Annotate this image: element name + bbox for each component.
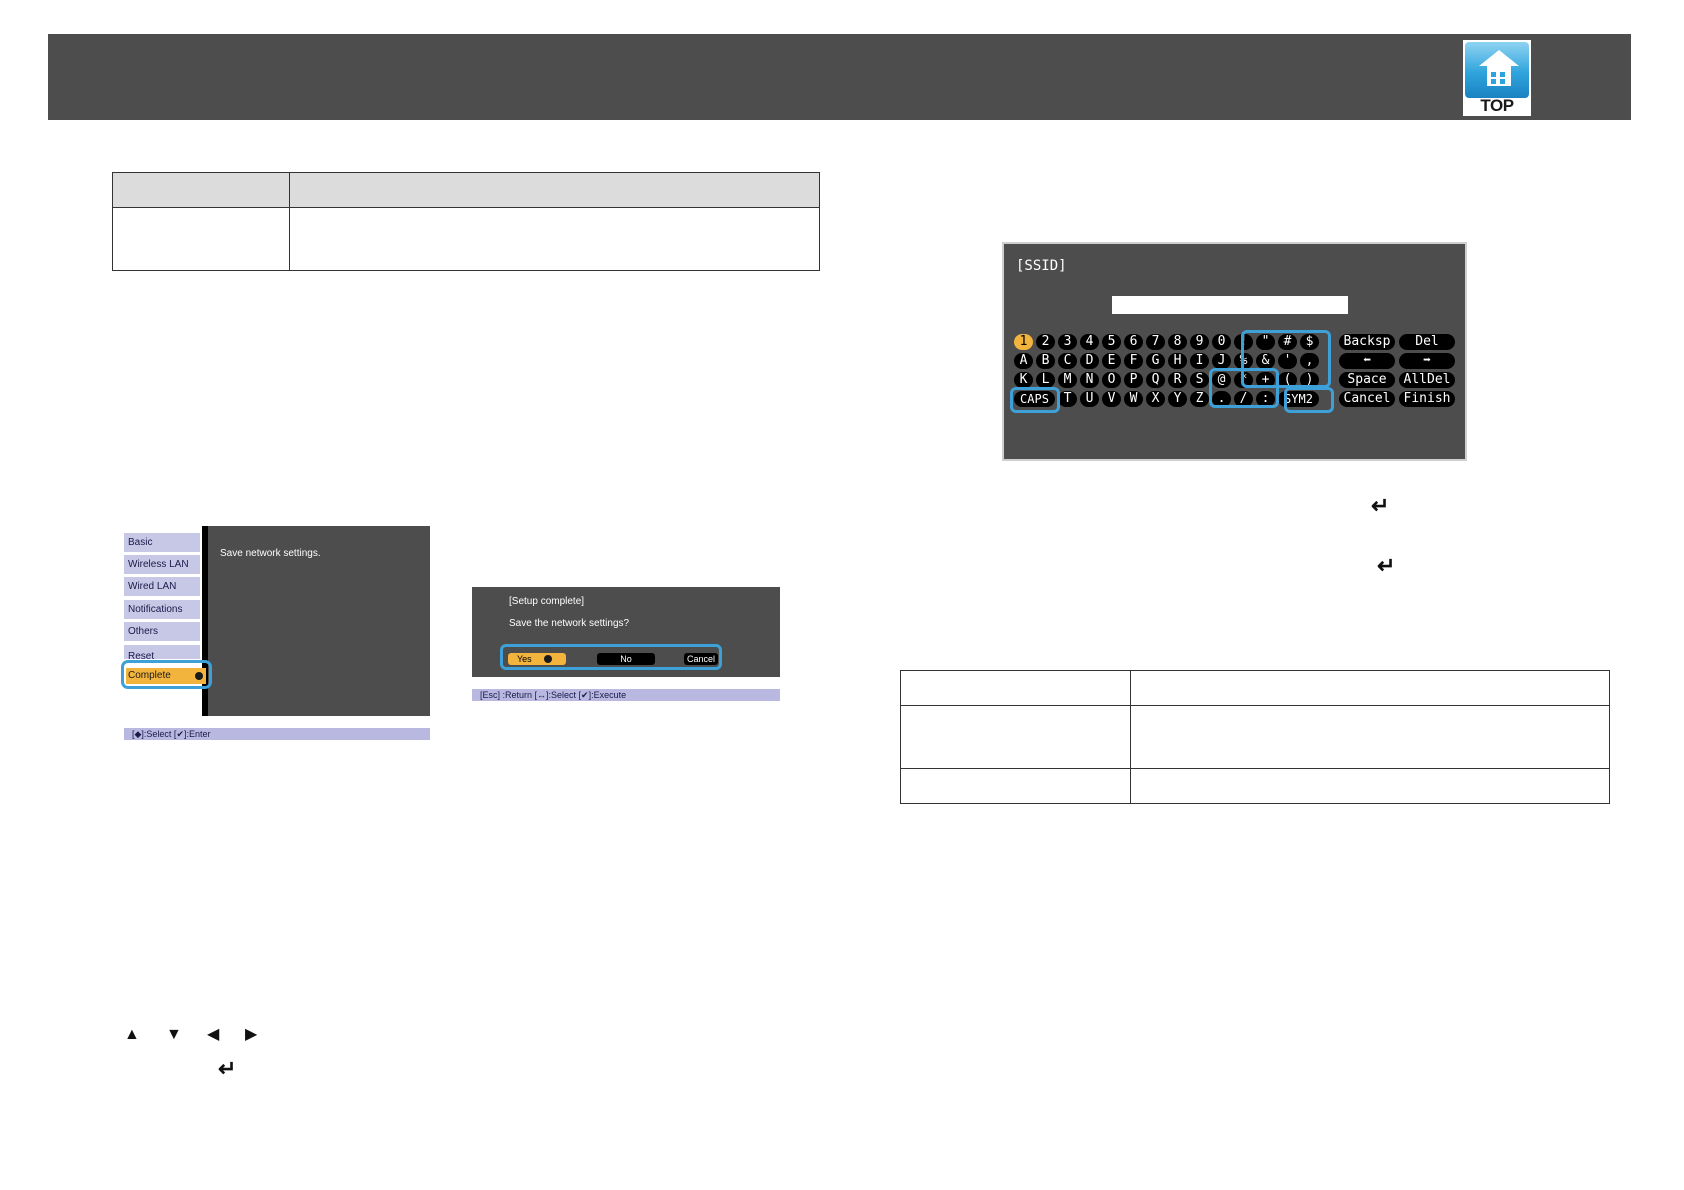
keyboard-title: [SSID] <box>1016 258 1067 274</box>
cancel-button[interactable]: Cancel <box>684 653 718 665</box>
home-icon <box>1465 42 1529 98</box>
key-char[interactable]: J <box>1212 353 1231 369</box>
table-cell <box>1130 670 1610 706</box>
key-char[interactable]: M <box>1058 372 1077 388</box>
header-bar <box>48 34 1631 120</box>
table-cell <box>1130 768 1610 804</box>
table-cell <box>112 207 290 271</box>
function-key[interactable]: ⬅ <box>1339 353 1395 369</box>
table-cell <box>289 207 820 271</box>
key-char[interactable]: A <box>1014 353 1033 369</box>
key-char[interactable]: X <box>1146 391 1165 407</box>
key-char[interactable]: F <box>1124 353 1143 369</box>
key-char[interactable]: Y <box>1168 391 1187 407</box>
table-cell <box>900 705 1131 769</box>
function-key[interactable]: AllDel <box>1399 372 1455 388</box>
caps-key-highlight <box>1010 387 1060 413</box>
enter-icon: ↵ <box>218 1056 237 1081</box>
key-char[interactable]: H <box>1168 353 1187 369</box>
menu-item-others[interactable]: Others <box>124 622 200 641</box>
key-char[interactable]: E <box>1102 353 1121 369</box>
up-arrow-icon: ▲ <box>124 1026 140 1043</box>
key-char[interactable]: L <box>1036 372 1055 388</box>
function-key[interactable]: ➡ <box>1399 353 1455 369</box>
menu-item-wired-lan[interactable]: Wired LAN <box>124 577 200 596</box>
key-char[interactable]: 0 <box>1212 334 1231 350</box>
menu-item-wireless-lan[interactable]: Wireless LAN <box>124 555 200 574</box>
save-menu-status-bar: [◆]:Select [✔]:Enter <box>124 728 430 740</box>
key-char[interactable]: N <box>1080 372 1099 388</box>
symbol-lower-highlight <box>1209 368 1279 408</box>
table-cell <box>1130 705 1610 769</box>
top-logo-label: TOP <box>1480 96 1514 115</box>
key-char[interactable]: Z <box>1190 391 1209 407</box>
menu-item-complete-label: Complete <box>128 670 171 681</box>
key-char[interactable]: D <box>1080 353 1099 369</box>
key-char[interactable]: 6 <box>1124 334 1143 350</box>
no-button[interactable]: No <box>597 653 655 665</box>
key-char[interactable]: W <box>1124 391 1143 407</box>
key-char[interactable]: P <box>1124 372 1143 388</box>
function-key[interactable]: Del <box>1399 334 1455 350</box>
function-key[interactable]: Finish <box>1399 391 1455 407</box>
cancel-button-label: Cancel <box>686 654 715 664</box>
key-char[interactable]: I <box>1190 353 1209 369</box>
confirm-dialog: [Setup complete] Save the network settin… <box>472 587 780 677</box>
confirm-dialog-status-bar: [Esc] :Return [↔]:Select [✔]:Execute <box>472 689 780 701</box>
table-top-left <box>112 172 820 271</box>
key-char[interactable]: 9 <box>1190 334 1209 350</box>
confirm-dialog-question: Save the network settings? <box>509 618 630 629</box>
table-header-cell <box>289 172 820 208</box>
key-char[interactable]: 3 <box>1058 334 1077 350</box>
key-char[interactable]: K <box>1014 372 1033 388</box>
key-char[interactable]: G <box>1146 353 1165 369</box>
table-bottom-right <box>900 670 1610 804</box>
confirm-dialog-title: [Setup complete] <box>509 596 585 607</box>
key-char[interactable]: 4 <box>1080 334 1099 350</box>
top-logo-button[interactable]: TOP <box>1463 40 1531 116</box>
menu-item-basic[interactable]: Basic <box>124 533 200 552</box>
function-key[interactable]: Backsp <box>1339 334 1395 350</box>
down-arrow-icon: ▼ <box>166 1026 182 1043</box>
function-key[interactable]: Space <box>1339 372 1395 388</box>
menu-item-complete[interactable]: Complete <box>126 668 206 684</box>
key-char[interactable]: U <box>1080 391 1099 407</box>
key-char[interactable]: V <box>1102 391 1121 407</box>
key-char[interactable]: 2 <box>1036 334 1055 350</box>
key-char[interactable]: 8 <box>1168 334 1187 350</box>
key-char[interactable]: 1 <box>1014 334 1033 350</box>
key-char[interactable]: Q <box>1146 372 1165 388</box>
key-char[interactable]: R <box>1168 372 1187 388</box>
table-cell <box>900 768 1131 804</box>
table-header-cell <box>112 172 290 208</box>
menu-item-notifications[interactable]: Notifications <box>124 600 200 619</box>
key-char[interactable]: B <box>1036 353 1055 369</box>
no-button-label: No <box>620 654 632 664</box>
yes-button[interactable]: Yes <box>508 653 566 665</box>
ssid-input[interactable] <box>1112 296 1348 314</box>
function-key[interactable]: Cancel <box>1339 391 1395 407</box>
table-cell <box>900 670 1131 706</box>
enter-icon: ↵ <box>1377 553 1396 578</box>
key-char[interactable]: S <box>1190 372 1209 388</box>
left-arrow-icon: ◀ <box>207 1026 220 1043</box>
enter-icon: ↵ <box>1371 493 1390 518</box>
enter-check-icon <box>195 672 203 680</box>
soft-keyboard: [SSID] 1 2 3 4 5 6 7 8 9 0! " # $ A B C D E F G H I J% & ', K L M N O… <box>1002 242 1467 461</box>
key-char[interactable]: T <box>1058 391 1077 407</box>
enter-check-icon <box>544 655 552 663</box>
key-char[interactable]: C <box>1058 353 1077 369</box>
yes-button-label: Yes <box>517 654 532 664</box>
key-char[interactable]: 7 <box>1146 334 1165 350</box>
sym2-key-highlight <box>1284 387 1334 413</box>
menu-item-reset[interactable]: Reset <box>124 645 200 659</box>
right-arrow-icon: ▶ <box>245 1026 258 1043</box>
key-char[interactable]: 5 <box>1102 334 1121 350</box>
key-char[interactable]: O <box>1102 372 1121 388</box>
save-menu-message: Save network settings. <box>220 548 321 559</box>
